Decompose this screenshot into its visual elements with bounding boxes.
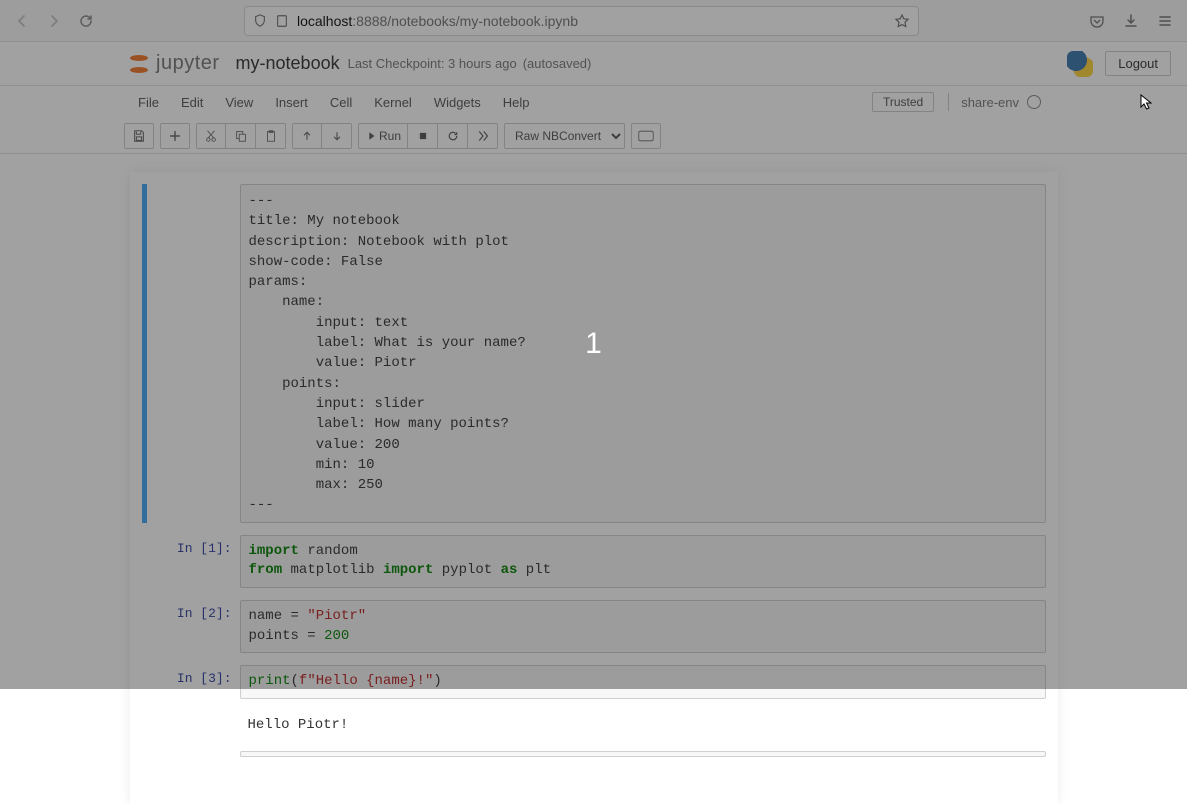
kernel-name[interactable]: share-env bbox=[961, 95, 1019, 110]
cell-next[interactable]: . bbox=[142, 751, 1046, 772]
interrupt-button[interactable] bbox=[408, 123, 438, 149]
cell-output-3: . Hello Piotr! bbox=[142, 711, 1046, 739]
hamburger-menu-icon[interactable] bbox=[1151, 7, 1179, 35]
jupyter-logo[interactable]: jupyter bbox=[128, 52, 220, 75]
back-button[interactable] bbox=[8, 7, 36, 35]
menu-view[interactable]: View bbox=[215, 91, 263, 114]
cell-input[interactable]: --- title: My notebook description: Note… bbox=[240, 184, 1046, 523]
restart-button[interactable] bbox=[438, 123, 468, 149]
cell-code-2[interactable]: In [2]: name = "Piotr" points = 200 bbox=[142, 600, 1046, 653]
cell-input[interactable]: name = "Piotr" points = 200 bbox=[240, 600, 1046, 653]
menu-widgets[interactable]: Widgets bbox=[424, 91, 491, 114]
notebook: . --- title: My notebook description: No… bbox=[130, 172, 1058, 804]
cell-prompt: In [2]: bbox=[142, 600, 240, 653]
url-bar[interactable]: localhost:8888/notebooks/my-notebook.ipy… bbox=[244, 6, 919, 36]
menu-edit[interactable]: Edit bbox=[171, 91, 213, 114]
copy-button[interactable] bbox=[226, 123, 256, 149]
url-text: localhost:8888/notebooks/my-notebook.ipy… bbox=[297, 13, 578, 29]
move-up-button[interactable] bbox=[292, 123, 322, 149]
menu-cell[interactable]: Cell bbox=[320, 91, 362, 114]
cell-input[interactable]: print(f"Hello {name}!") bbox=[240, 665, 1046, 699]
jupyter-logo-icon bbox=[128, 53, 150, 75]
cut-button[interactable] bbox=[196, 123, 226, 149]
menu-kernel[interactable]: Kernel bbox=[364, 91, 422, 114]
menu-insert[interactable]: Insert bbox=[265, 91, 318, 114]
trusted-badge[interactable]: Trusted bbox=[872, 92, 934, 112]
downloads-icon[interactable] bbox=[1117, 7, 1145, 35]
notebook-title[interactable]: my-notebook bbox=[236, 53, 340, 74]
shield-icon bbox=[253, 14, 267, 28]
cell-code-1[interactable]: In [1]: import random from matplotlib im… bbox=[142, 535, 1046, 588]
cell-prompt: . bbox=[142, 711, 240, 739]
kernel-status-icon bbox=[1027, 95, 1041, 109]
cell-prompt: . bbox=[142, 184, 240, 523]
add-cell-button[interactable] bbox=[160, 123, 190, 149]
jupyter-logo-text: jupyter bbox=[156, 52, 220, 75]
forward-button[interactable] bbox=[40, 7, 68, 35]
checkpoint-text: Last Checkpoint: 3 hours ago bbox=[348, 56, 517, 71]
paste-button[interactable] bbox=[256, 123, 286, 149]
logout-button[interactable]: Logout bbox=[1105, 51, 1171, 76]
notebook-container: . --- title: My notebook description: No… bbox=[0, 154, 1187, 804]
run-button[interactable]: Run bbox=[358, 123, 408, 149]
save-button[interactable] bbox=[124, 123, 154, 149]
move-down-button[interactable] bbox=[322, 123, 352, 149]
page-icon bbox=[275, 14, 289, 28]
cell-code-3[interactable]: In [3]: print(f"Hello {name}!") bbox=[142, 665, 1046, 699]
divider bbox=[948, 93, 949, 111]
celltype-select[interactable]: Raw NBConvert bbox=[504, 123, 625, 149]
overlay-number: 1 bbox=[585, 327, 602, 361]
reload-button[interactable] bbox=[72, 7, 100, 35]
menu-bar: File Edit View Insert Cell Kernel Widget… bbox=[0, 86, 1187, 118]
cell-prompt: . bbox=[142, 751, 240, 772]
menu-help[interactable]: Help bbox=[493, 91, 540, 114]
pocket-icon[interactable] bbox=[1083, 7, 1111, 35]
bookmark-star-icon[interactable] bbox=[894, 13, 910, 29]
cell-input[interactable] bbox=[240, 751, 1046, 757]
browser-toolbar: localhost:8888/notebooks/my-notebook.ipy… bbox=[0, 0, 1187, 42]
cell-input[interactable]: import random from matplotlib import pyp… bbox=[240, 535, 1046, 588]
cell-prompt: In [3]: bbox=[142, 665, 240, 699]
restart-run-all-button[interactable] bbox=[468, 123, 498, 149]
command-palette-button[interactable] bbox=[631, 123, 661, 149]
cell-output: Hello Piotr! bbox=[240, 711, 1046, 739]
cell-prompt: In [1]: bbox=[142, 535, 240, 588]
python-logo-icon bbox=[1067, 51, 1093, 77]
toolbar: Run Raw NBConvert bbox=[0, 118, 1187, 154]
menu-file[interactable]: File bbox=[128, 91, 169, 114]
autosaved-text: (autosaved) bbox=[523, 56, 592, 71]
jupyter-header: jupyter my-notebook Last Checkpoint: 3 h… bbox=[0, 42, 1187, 86]
